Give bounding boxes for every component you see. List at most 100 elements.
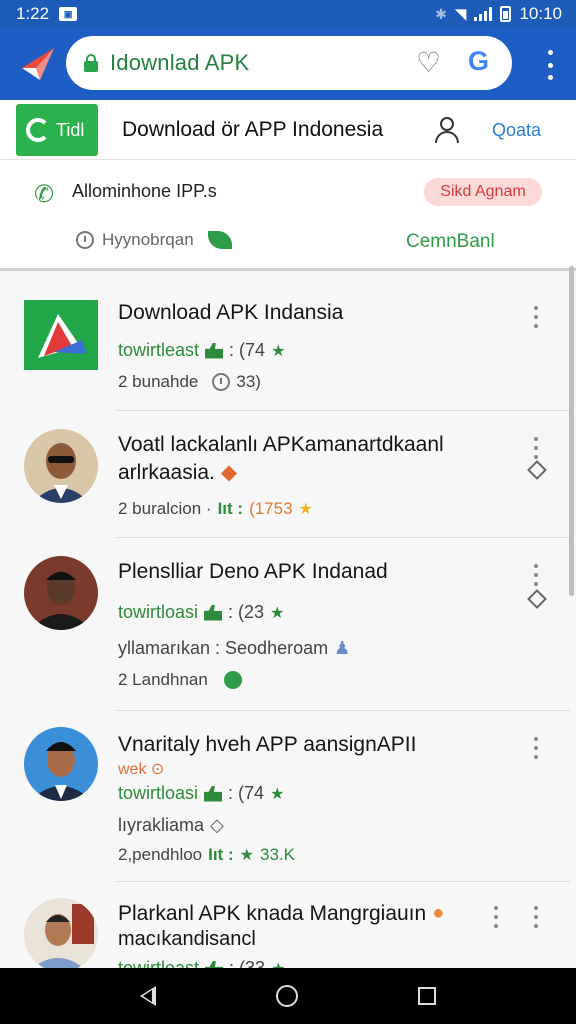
item-meta-label: towirtleast xyxy=(118,958,200,968)
more-vert-icon[interactable] xyxy=(532,437,540,459)
notice-title: Allominhone IPP.s xyxy=(72,181,217,201)
more-vert-icon[interactable] xyxy=(546,50,554,80)
header-link[interactable]: Qoata xyxy=(492,120,541,141)
item-meta-tertiary: 2,pendhloo Iıt : ★ 33.K xyxy=(118,845,295,865)
lock-icon xyxy=(84,54,98,72)
item-meta: towirtleast : (74 ★ xyxy=(118,340,285,361)
item-count: 33) xyxy=(236,372,261,391)
tab-divider xyxy=(0,268,576,271)
list-item[interactable]: Download APK Indansia towirtleast : (74 … xyxy=(0,274,576,411)
item-meta: 2 buralcion · Iıt : (1753 ★ xyxy=(118,499,313,519)
list-item[interactable]: Vnaritaly hveh APP aansignAPII wek ⊙ tow… xyxy=(0,711,576,882)
item-rating: : (33 xyxy=(229,958,266,968)
logo-c-icon xyxy=(26,118,50,142)
item-title[interactable]: Plenslliar Deno APK Indanad xyxy=(118,558,388,585)
app-list: Download APK Indansia towirtleast : (74 … xyxy=(0,274,576,968)
shield-icon xyxy=(223,671,242,689)
star-icon: ★ xyxy=(270,604,285,622)
star-icon: ★ xyxy=(298,501,313,518)
person-icon: ♟ xyxy=(334,638,351,658)
browser-logo-icon[interactable] xyxy=(18,44,58,84)
status-bar: 1:22 ▣ ✱ ◥ 10:10 xyxy=(0,0,576,28)
item-meta-label: towirtloasi xyxy=(118,783,199,803)
leaf-icon xyxy=(207,231,232,249)
item-meta-text: lıyrakliama xyxy=(118,815,205,835)
site-logo-text: Tidl xyxy=(56,119,85,140)
bluetooth-icon: ✱ xyxy=(435,5,447,22)
status-badge[interactable]: Sikd Agnam xyxy=(424,178,542,206)
item-meta: towirtleast : (33 ★ xyxy=(118,958,285,968)
list-item[interactable]: Plenslliar Deno APK Indanad towirtloasi … xyxy=(0,538,576,711)
item-title[interactable]: Download APK Indansia xyxy=(118,299,343,326)
item-meta-label: towirtleast xyxy=(118,340,200,360)
diamond-outline-icon: ◇ xyxy=(210,815,224,835)
item-meta-secondary: yllamarıkan : Seodheroam ♟ xyxy=(118,638,350,659)
item-title-line2: arlrkaasia. ◆ xyxy=(118,459,237,486)
item-meta: towirtloasi : (74 ★ xyxy=(118,783,284,804)
more-vert-icon[interactable] xyxy=(532,737,540,759)
item-tag: wek ⊙ xyxy=(118,761,165,778)
list-item[interactable]: Plarkanl APK knada Mangrgiauın ● macıkan… xyxy=(0,882,576,968)
app-icon xyxy=(24,300,98,370)
notice-card: ✆ Allominhone IPP.s Sikd Agnam Hyynobrqa… xyxy=(0,160,576,271)
site-title: Download ör APP Indonesia xyxy=(122,118,384,141)
item-title[interactable]: Plarkanl APK knada Mangrgiauın xyxy=(118,900,426,927)
more-vert-icon[interactable] xyxy=(532,564,540,586)
url-text[interactable]: Idownlad APK xyxy=(110,50,249,76)
address-bar[interactable]: Idownlad APK ♡ G xyxy=(66,36,512,90)
bookmark-icon[interactable] xyxy=(527,460,547,480)
more-vert-icon[interactable] xyxy=(532,906,540,928)
item-rating: (1753 xyxy=(249,499,293,518)
home-icon[interactable] xyxy=(276,985,298,1007)
site-logo[interactable]: Tidl xyxy=(16,104,98,156)
item-meta-secondary: 2 bunahde 33) xyxy=(118,372,261,392)
notification-icon: ▣ xyxy=(59,7,78,21)
item-rating: 33.K xyxy=(259,845,295,864)
avatar xyxy=(24,898,98,968)
thumb-up-icon xyxy=(205,960,224,968)
item-meta-label: towirtloasi xyxy=(118,602,199,622)
status-time: 1:22 xyxy=(16,4,50,23)
scrollbar[interactable] xyxy=(569,266,574,596)
thumb-up-icon xyxy=(204,785,223,802)
star-icon: ★ xyxy=(270,785,285,803)
tab-history[interactable]: Hyynobrqan xyxy=(76,230,232,250)
list-item[interactable]: Voatl lackalanlı APKamanartdkaanl arlrka… xyxy=(0,411,576,538)
item-meta-text: 2 buralcion · xyxy=(118,499,212,518)
clock-icon xyxy=(76,231,94,249)
star-icon: ★ xyxy=(239,847,254,864)
battery-icon xyxy=(500,6,512,22)
signal-icon xyxy=(474,7,493,21)
tab-history-label: Hyynobrqan xyxy=(102,230,194,249)
item-title-row: Plarkanl APK knada Mangrgiauın ● xyxy=(118,900,444,927)
item-mark: Iıt : xyxy=(208,845,234,864)
system-nav-bar xyxy=(0,968,576,1024)
item-title-line2-text: arlrkaasia. xyxy=(118,461,215,484)
item-meta-text: yllamarıkan : Seodheroam xyxy=(118,638,329,658)
site-header: Tidl Download ör APP Indonesia Qoata xyxy=(0,100,576,160)
tab-download[interactable]: CemnBanl xyxy=(406,231,495,253)
star-icon: ★ xyxy=(271,342,286,360)
back-icon[interactable] xyxy=(140,986,156,1006)
item-title-line2: macıkandisancl xyxy=(118,928,256,950)
wifi-icon: ◥ xyxy=(454,6,467,23)
item-meta-text: 2 Landhnan xyxy=(118,670,208,689)
recents-icon[interactable] xyxy=(418,987,436,1005)
more-vert-icon[interactable] xyxy=(492,906,500,928)
item-mark: Iıt : xyxy=(217,499,244,518)
item-rating: : (23 xyxy=(228,602,265,622)
item-title[interactable]: Voatl lackalanlı APKamanartdkaanl xyxy=(118,431,444,458)
avatar xyxy=(24,556,98,630)
item-title[interactable]: Vnaritaly hveh APP aansignAPII xyxy=(118,731,416,758)
thumb-up-icon xyxy=(204,604,223,621)
phone-icon: ✆ xyxy=(34,181,55,208)
avatar xyxy=(24,727,98,801)
google-icon[interactable]: G xyxy=(468,46,489,77)
avatar xyxy=(24,429,98,503)
browser-toolbar: Idownlad APK ♡ G xyxy=(0,28,576,100)
clock-icon xyxy=(212,373,231,391)
more-vert-icon[interactable] xyxy=(532,306,540,328)
heart-icon[interactable]: ♡ xyxy=(416,49,441,77)
user-icon[interactable] xyxy=(434,116,460,144)
bookmark-icon[interactable] xyxy=(527,589,547,609)
